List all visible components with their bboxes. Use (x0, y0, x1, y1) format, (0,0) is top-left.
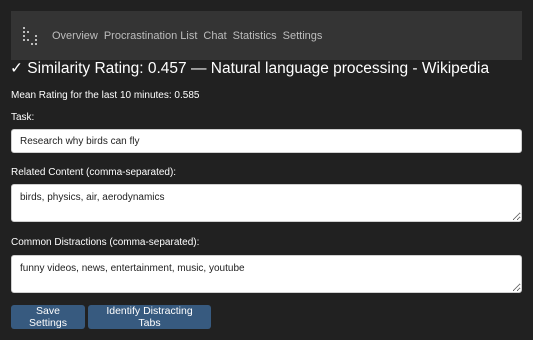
task-input[interactable] (11, 129, 522, 153)
similarity-rating-title: ✓ Similarity Rating: 0.457 — Natural lan… (10, 60, 490, 77)
app-logo-icon[interactable] (23, 27, 39, 45)
nav-chat[interactable]: Chat (203, 30, 226, 42)
task-label: Task: (11, 112, 35, 123)
related-content-textarea[interactable]: birds, physics, air, aerodynamics (11, 184, 522, 222)
related-content-label: Related Content (comma-separated): (11, 167, 177, 178)
identify-distracting-tabs-button[interactable]: Identify Distracting Tabs (88, 305, 211, 329)
nav-settings[interactable]: Settings (283, 30, 323, 42)
nav-procrastination-list[interactable]: Procrastination List (104, 30, 198, 42)
save-settings-button[interactable]: Save Settings (11, 305, 85, 329)
common-distractions-textarea[interactable]: funny videos, news, entertainment, music… (11, 255, 522, 293)
nav-links: Overview Procrastination List Chat Stati… (52, 11, 322, 60)
mean-rating-text: Mean Rating for the last 10 minutes: 0.5… (11, 90, 200, 101)
navbar: Overview Procrastination List Chat Stati… (11, 11, 522, 60)
nav-overview[interactable]: Overview (52, 30, 98, 42)
nav-statistics[interactable]: Statistics (233, 30, 277, 42)
common-distractions-label: Common Distractions (comma-separated): (11, 237, 200, 248)
